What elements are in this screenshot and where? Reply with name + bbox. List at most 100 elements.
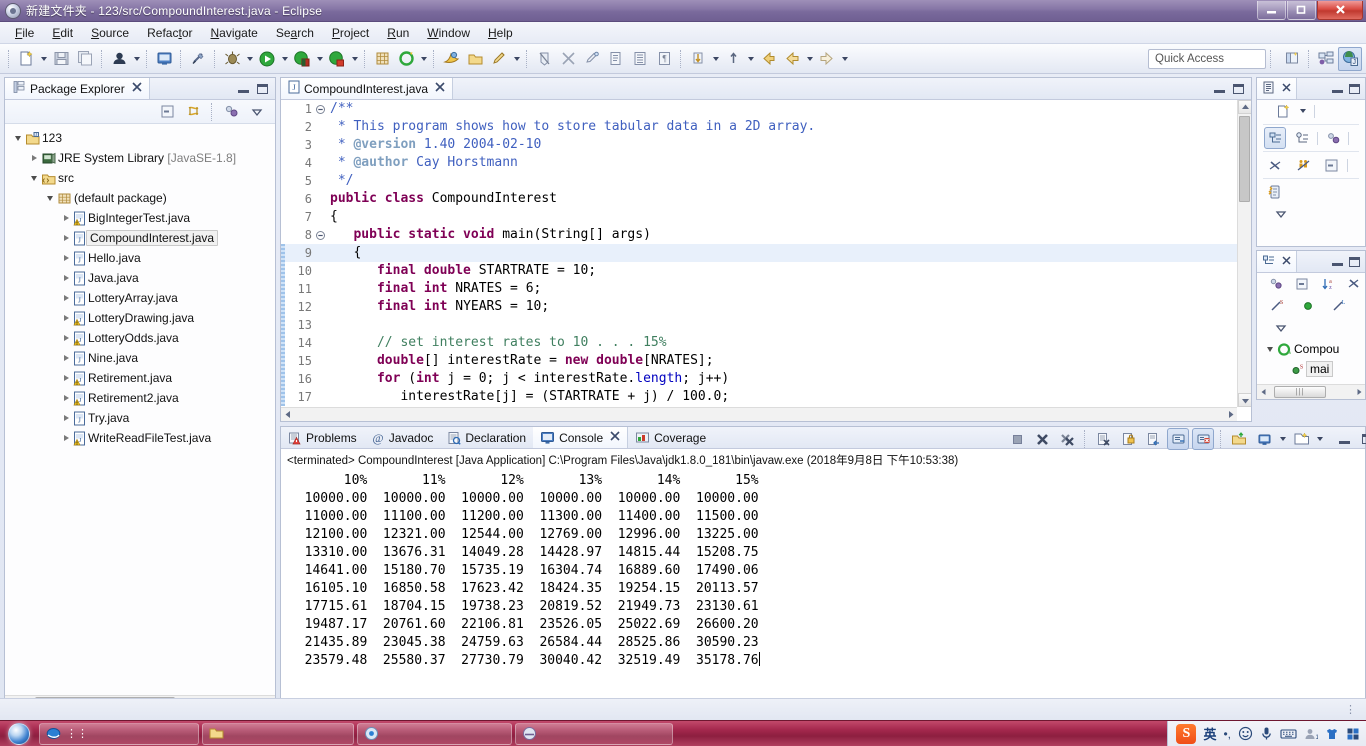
scroll-right-icon[interactable]: [1352, 386, 1365, 399]
expand-arrow-icon[interactable]: [59, 295, 73, 301]
edit-annotation-icon[interactable]: [581, 48, 603, 70]
collapse-arrow-icon[interactable]: [1263, 346, 1277, 352]
maximize-icon[interactable]: [1233, 83, 1244, 94]
debug-dropdown-icon[interactable]: [244, 48, 255, 70]
scroll-left-icon[interactable]: [281, 408, 295, 421]
ime-punct-icon[interactable]: •,: [1223, 727, 1231, 741]
run-icon[interactable]: [256, 48, 278, 70]
tree-item-lotterydrawing-java[interactable]: J LotteryDrawing.java: [5, 308, 275, 328]
tab-declaration[interactable]: Declaration: [440, 427, 533, 448]
toggle-breakpoint-icon[interactable]: [557, 48, 579, 70]
code-line[interactable]: 5 */: [281, 172, 1237, 190]
tree-item-123[interactable]: J 123: [5, 128, 275, 148]
code-area[interactable]: 1 /** 2 * This program shows how to store …: [281, 100, 1237, 407]
remove-launch-icon[interactable]: [1031, 428, 1053, 450]
keyboard-icon[interactable]: [1280, 728, 1297, 740]
tab-console[interactable]: Console: [533, 427, 629, 448]
close-icon[interactable]: [610, 431, 620, 444]
tree-item-bigintegertest-java[interactable]: J BigIntegerTest.java: [5, 208, 275, 228]
restore-button[interactable]: [1287, 0, 1316, 20]
open-type-dropdown-icon[interactable]: [418, 48, 429, 70]
expand-arrow-icon[interactable]: [59, 335, 73, 341]
code-line[interactable]: 10 final double STARTRATE = 10;: [281, 262, 1237, 280]
tree-item-hello-java[interactable]: J Hello.java: [5, 248, 275, 268]
new-dropdown-icon[interactable]: [1297, 100, 1308, 122]
tree-item-default-package[interactable]: (default package): [5, 188, 275, 208]
vscroll-thumb[interactable]: [1239, 116, 1250, 202]
toolbox-icon[interactable]: [1346, 727, 1360, 741]
tab-compoundinterest-java[interactable]: J CompoundInterest.java: [281, 78, 454, 99]
editor-hscrollbar[interactable]: [281, 407, 1237, 421]
minimize-icon[interactable]: [1339, 440, 1350, 444]
expand-arrow-icon[interactable]: [27, 155, 41, 161]
code-line[interactable]: 1 /**: [281, 100, 1237, 118]
code-line[interactable]: 16 for (int j = 0; j < interestRate.leng…: [281, 370, 1237, 388]
pencil-dropdown-icon[interactable]: [511, 48, 522, 70]
scroll-lock-icon[interactable]: [1117, 428, 1139, 450]
tree-item-compoundinterest-java[interactable]: J CompoundInterest.java: [5, 228, 275, 248]
new-wizard-dropdown-icon[interactable]: [38, 48, 49, 70]
external-tools-dropdown-icon[interactable]: [349, 48, 360, 70]
view-menu-icon[interactable]: [1270, 317, 1292, 339]
save-icon[interactable]: [50, 48, 72, 70]
maximize-icon[interactable]: [1362, 434, 1366, 444]
tab-outline[interactable]: [1257, 78, 1297, 99]
taskbar-item-ie[interactable]: ⋮⋮: [39, 722, 199, 745]
back-icon[interactable]: [757, 48, 779, 70]
sogou-icon[interactable]: S: [1176, 723, 1197, 744]
collapse-icon[interactable]: [1292, 273, 1312, 295]
close-icon[interactable]: [435, 82, 445, 95]
view-menu-icon[interactable]: [246, 101, 268, 123]
collapse-outline-icon[interactable]: [1320, 154, 1342, 176]
pin-console-icon[interactable]: [1167, 428, 1189, 450]
new-java-project-icon[interactable]: [371, 48, 393, 70]
code-line[interactable]: 6 public class CompoundInterest: [281, 190, 1237, 208]
tree-item-src[interactable]: src: [5, 168, 275, 188]
tab-coverage[interactable]: Coverage: [628, 427, 713, 448]
skip-breakpoints-icon[interactable]: [533, 48, 555, 70]
sort-icon[interactable]: a z: [1318, 273, 1338, 295]
new-java-class-icon[interactable]: [153, 48, 175, 70]
outline-hscrollbar[interactable]: |||: [1257, 384, 1365, 399]
collapse-arrow-icon[interactable]: [11, 135, 25, 141]
filter-icon[interactable]: [1344, 273, 1364, 295]
tab-problems[interactable]: Problems: [281, 427, 364, 448]
close-button[interactable]: [1317, 0, 1363, 20]
collapse-arrow-icon[interactable]: [27, 175, 41, 181]
alphabetical-sort-icon[interactable]: [1264, 127, 1286, 149]
local-icon[interactable]: L: [1328, 295, 1350, 317]
print-dropdown-icon[interactable]: [131, 48, 142, 70]
scroll-left-icon[interactable]: [1257, 386, 1270, 399]
expand-arrow-icon[interactable]: [59, 415, 73, 421]
editor-body[interactable]: 1 /** 2 * This program shows how to store …: [281, 100, 1251, 421]
previous-edit-dropdown-icon[interactable]: [710, 48, 721, 70]
new-console-view-icon[interactable]: [1253, 428, 1275, 450]
open-type-icon[interactable]: [395, 48, 417, 70]
code-line[interactable]: 17 interestRate[j] = (STARTRATE + j) / 1…: [281, 388, 1237, 406]
word-wrap-icon[interactable]: [1142, 428, 1164, 450]
previous-edit-icon[interactable]: [687, 48, 709, 70]
microphone-icon[interactable]: [1260, 726, 1273, 741]
hscroll-thumb[interactable]: |||: [1274, 385, 1326, 398]
expand-arrow-icon[interactable]: [59, 315, 73, 321]
collapse-all-icon[interactable]: [156, 101, 178, 123]
java-ee-perspective-icon[interactable]: [1314, 47, 1338, 71]
expand-arrow-icon[interactable]: [59, 375, 73, 381]
expand-arrow-icon[interactable]: [59, 435, 73, 441]
hide-local-types-icon[interactable]: [1292, 154, 1314, 176]
code-line[interactable]: 4 * @author Cay Horstmann: [281, 154, 1237, 172]
ime-chinese-icon[interactable]: 英: [1203, 724, 1216, 743]
menu-help[interactable]: Help: [479, 24, 522, 42]
outline-node-compou[interactable]: Compou: [1257, 339, 1365, 359]
tree-item-jre-system-library[interactable]: JRE System Library [JavaSE-1.8]: [5, 148, 275, 168]
minimize-icon[interactable]: [1214, 90, 1225, 93]
tab-package-explorer[interactable]: Package Explorer: [5, 78, 150, 99]
tab-javadoc[interactable]: @ Javadoc: [364, 427, 441, 448]
scroll-right-icon[interactable]: [1223, 408, 1237, 421]
collapse-arrow-icon[interactable]: [43, 195, 57, 201]
tree-item-nine-java[interactable]: J Nine.java: [5, 348, 275, 368]
hide-non-public-icon[interactable]: [1264, 154, 1286, 176]
menu-file[interactable]: File: [6, 24, 43, 42]
debug-icon[interactable]: [221, 48, 243, 70]
tree-item-lotteryarray-java[interactable]: J LotteryArray.java: [5, 288, 275, 308]
